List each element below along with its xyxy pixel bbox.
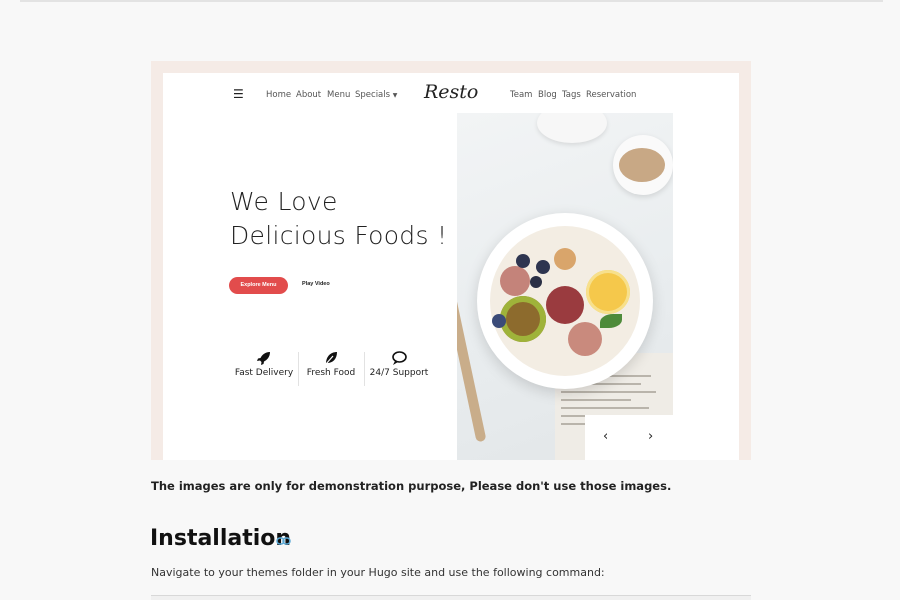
theme-preview-screen: ☰ Home About Menu Specials ▼ Resto Team …: [163, 73, 739, 460]
chat-icon: [368, 350, 430, 368]
saucer-shape: [537, 113, 607, 143]
demo-image-note: The images are only for demonstration pu…: [151, 479, 672, 493]
hero-heading: We Love Delicious Foods !: [230, 185, 447, 253]
nav-link-blog[interactable]: Blog: [538, 90, 557, 100]
fruit-bowl: [477, 213, 653, 389]
hero-food-image: [457, 113, 673, 460]
nav-link-reservation[interactable]: Reservation: [586, 90, 636, 100]
top-divider: [20, 0, 883, 2]
anchor-link-icon[interactable]: [276, 533, 291, 551]
nav-link-tags[interactable]: Tags: [562, 90, 581, 100]
installation-instructions: Navigate to your themes folder in your H…: [151, 566, 605, 579]
feature-label: Fresh Food: [306, 368, 356, 378]
nav-link-team[interactable]: Team: [510, 90, 532, 100]
nav-link-specials-label: Specials: [355, 90, 391, 100]
nav-link-specials[interactable]: Specials ▼: [355, 90, 397, 100]
caret-down-icon: ▼: [392, 92, 398, 99]
feature-fast-delivery: Fast Delivery: [233, 350, 295, 378]
explore-menu-button[interactable]: Explore Menu: [229, 277, 288, 294]
hamburger-menu-icon[interactable]: ☰: [233, 87, 244, 101]
feature-support: 24/7 Support: [368, 350, 430, 378]
installation-heading: Installation: [150, 526, 292, 551]
rocket-icon: [233, 350, 295, 368]
code-block: [151, 595, 751, 600]
nav-link-menu[interactable]: Menu: [327, 90, 350, 100]
feature-label: Fast Delivery: [234, 368, 294, 378]
coffee-cup-shape: [613, 135, 673, 195]
feature-divider: [364, 352, 365, 386]
hero-heading-line-2: Delicious Foods !: [230, 221, 448, 250]
leaf-icon: [302, 350, 360, 368]
theme-preview-image: ☰ Home About Menu Specials ▼ Resto Team …: [151, 61, 751, 460]
play-video-button[interactable]: Play Video: [302, 281, 330, 287]
feature-fresh-food: Fresh Food: [302, 350, 360, 378]
nav-link-home[interactable]: Home: [266, 90, 291, 100]
slider-prev-button[interactable]: ‹: [603, 429, 608, 444]
slider-controls: ‹ ›: [585, 415, 673, 460]
site-logo[interactable]: Resto: [424, 81, 478, 103]
slider-next-button[interactable]: ›: [648, 429, 653, 444]
nav-link-about[interactable]: About: [296, 90, 321, 100]
hero-heading-line-1: We Love: [230, 187, 338, 216]
feature-divider: [298, 352, 299, 386]
feature-label: 24/7 Support: [369, 368, 429, 378]
